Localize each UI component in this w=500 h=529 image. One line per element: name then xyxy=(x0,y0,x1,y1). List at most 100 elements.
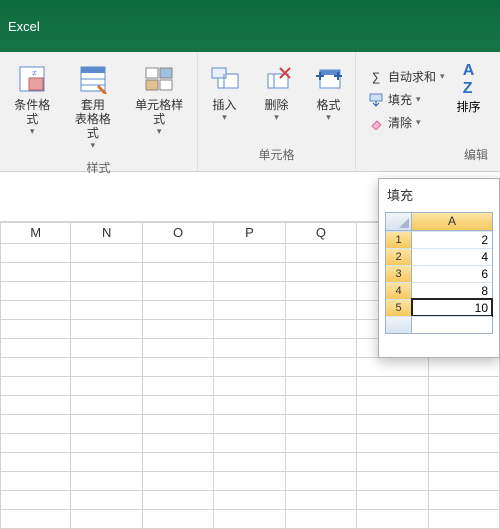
cell[interactable] xyxy=(71,491,142,510)
cell[interactable] xyxy=(0,415,71,434)
mini-cell[interactable]: 2 xyxy=(412,231,492,248)
cell[interactable] xyxy=(143,244,214,263)
cell[interactable] xyxy=(71,263,142,282)
conditional-format-button[interactable]: ≠ 条件格式 ▾ xyxy=(4,58,61,155)
cell[interactable] xyxy=(286,472,357,491)
cell[interactable] xyxy=(429,396,500,415)
cell[interactable] xyxy=(0,491,71,510)
cell[interactable] xyxy=(214,282,285,301)
fill-button[interactable]: 填充 ▾ xyxy=(364,89,449,110)
cell[interactable] xyxy=(0,472,71,491)
cell[interactable] xyxy=(214,320,285,339)
cell[interactable] xyxy=(214,510,285,529)
cell[interactable] xyxy=(286,339,357,358)
cell[interactable] xyxy=(286,263,357,282)
cell[interactable] xyxy=(71,510,142,529)
cell[interactable] xyxy=(0,510,71,529)
cell[interactable] xyxy=(286,320,357,339)
cell[interactable] xyxy=(0,244,71,263)
cell[interactable] xyxy=(357,510,428,529)
cell[interactable] xyxy=(357,377,428,396)
cell[interactable] xyxy=(71,453,142,472)
cell[interactable] xyxy=(286,453,357,472)
autosum-button[interactable]: ∑ 自动求和 ▾ xyxy=(364,66,449,87)
cell[interactable] xyxy=(71,472,142,491)
cell[interactable] xyxy=(214,415,285,434)
mini-cell[interactable]: 6 xyxy=(412,265,492,282)
cell[interactable] xyxy=(143,434,214,453)
cell[interactable] xyxy=(357,472,428,491)
cell[interactable] xyxy=(143,358,214,377)
cell[interactable] xyxy=(429,510,500,529)
cell[interactable] xyxy=(0,339,71,358)
cell[interactable] xyxy=(214,453,285,472)
cell[interactable] xyxy=(71,320,142,339)
cell[interactable] xyxy=(357,434,428,453)
cell[interactable] xyxy=(286,301,357,320)
cell[interactable] xyxy=(429,434,500,453)
col-header[interactable]: Q xyxy=(286,222,357,244)
cell[interactable] xyxy=(357,358,428,377)
mini-row-header[interactable]: 4 xyxy=(386,282,412,299)
mini-row-header[interactable]: 2 xyxy=(386,248,412,265)
cell[interactable] xyxy=(286,282,357,301)
cell[interactable] xyxy=(286,377,357,396)
cell[interactable] xyxy=(429,453,500,472)
select-all-corner[interactable] xyxy=(386,213,412,231)
cell[interactable] xyxy=(357,491,428,510)
format-button[interactable]: 格式 ▾ xyxy=(305,58,353,127)
mini-cell[interactable]: 10 xyxy=(412,299,492,316)
cell[interactable] xyxy=(143,510,214,529)
cell[interactable] xyxy=(429,415,500,434)
cell[interactable] xyxy=(71,339,142,358)
cell[interactable] xyxy=(214,377,285,396)
cell[interactable] xyxy=(214,358,285,377)
cell[interactable] xyxy=(143,301,214,320)
cell[interactable] xyxy=(143,377,214,396)
cell[interactable] xyxy=(429,358,500,377)
cell[interactable] xyxy=(71,434,142,453)
cell[interactable] xyxy=(0,396,71,415)
cell[interactable] xyxy=(143,263,214,282)
cell[interactable] xyxy=(143,320,214,339)
cell[interactable] xyxy=(0,434,71,453)
cell[interactable] xyxy=(143,396,214,415)
cell[interactable] xyxy=(214,472,285,491)
col-header[interactable]: N xyxy=(71,222,142,244)
cell[interactable] xyxy=(71,301,142,320)
cell[interactable] xyxy=(429,491,500,510)
col-header[interactable]: O xyxy=(143,222,214,244)
cell[interactable] xyxy=(0,263,71,282)
sort-button[interactable]: AZ 排序 xyxy=(453,58,485,135)
mini-row-header[interactable]: 5 xyxy=(386,299,412,316)
cell[interactable] xyxy=(0,358,71,377)
cell[interactable] xyxy=(214,263,285,282)
cell[interactable] xyxy=(143,282,214,301)
cell[interactable] xyxy=(286,415,357,434)
cell[interactable] xyxy=(286,510,357,529)
cell[interactable] xyxy=(71,282,142,301)
cell[interactable] xyxy=(214,434,285,453)
cell[interactable] xyxy=(71,415,142,434)
cell-styles-button[interactable]: 单元格样式 ▾ xyxy=(125,58,193,155)
cell[interactable] xyxy=(0,453,71,472)
insert-button[interactable]: 插入 ▾ xyxy=(201,58,249,127)
cell[interactable] xyxy=(214,301,285,320)
cell[interactable] xyxy=(0,377,71,396)
cell[interactable] xyxy=(71,377,142,396)
cell[interactable] xyxy=(214,396,285,415)
col-header[interactable]: P xyxy=(214,222,285,244)
col-header[interactable]: M xyxy=(0,222,71,244)
cell[interactable] xyxy=(357,453,428,472)
mini-cell[interactable]: 8 xyxy=(412,282,492,299)
cell[interactable] xyxy=(214,491,285,510)
cell[interactable] xyxy=(357,396,428,415)
cell[interactable] xyxy=(71,396,142,415)
cell[interactable] xyxy=(0,282,71,301)
cell[interactable] xyxy=(143,339,214,358)
cell[interactable] xyxy=(286,244,357,263)
cell[interactable] xyxy=(286,396,357,415)
cell[interactable] xyxy=(286,434,357,453)
cell[interactable] xyxy=(429,377,500,396)
cell[interactable] xyxy=(143,415,214,434)
